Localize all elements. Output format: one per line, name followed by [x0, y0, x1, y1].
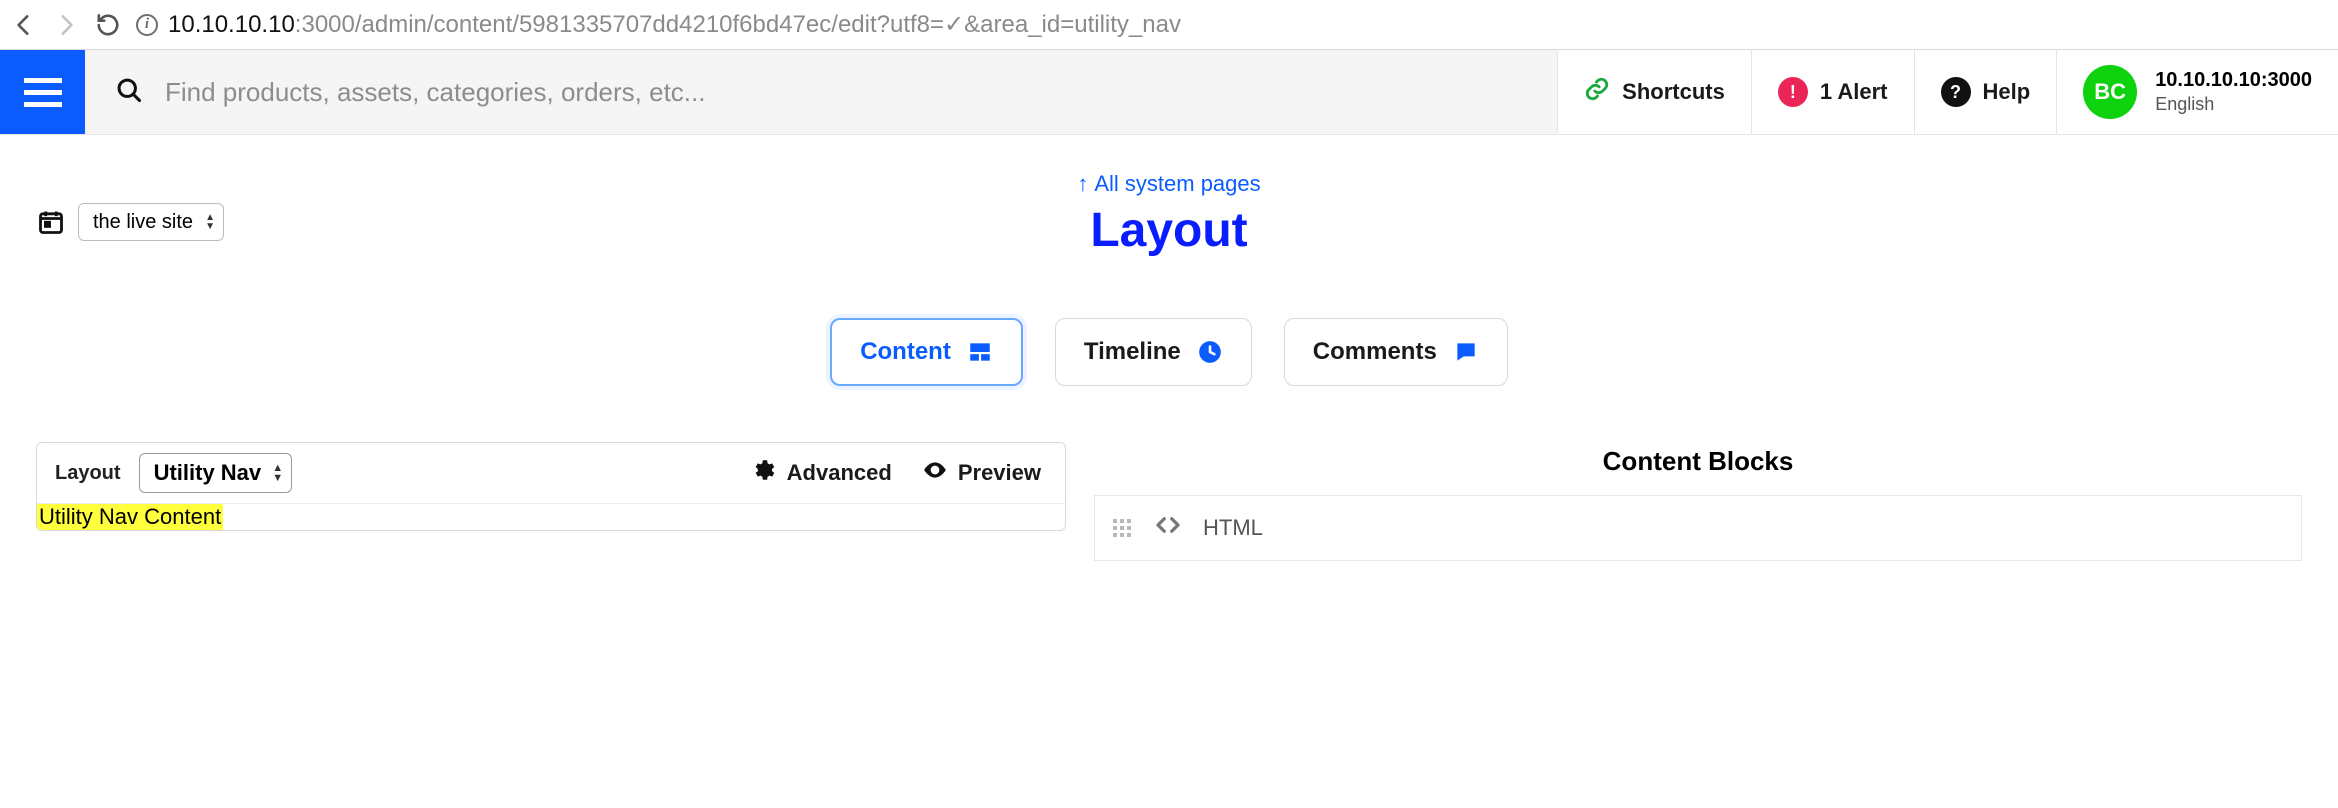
up-arrow-icon: ↑ — [1077, 171, 1088, 197]
browser-url-bar[interactable]: i 10.10.10.10:3000/admin/content/5981335… — [136, 10, 2328, 39]
main-menu-button[interactable] — [0, 50, 85, 134]
layout-label: Layout — [55, 462, 121, 485]
clock-icon — [1197, 339, 1223, 365]
advanced-button[interactable]: Advanced — [745, 457, 898, 489]
comment-icon — [1453, 339, 1479, 365]
layout-content-region[interactable]: Utility Nav Content — [37, 503, 1065, 530]
select-arrows-icon: ▲▼ — [205, 213, 215, 231]
browser-forward-button[interactable] — [52, 11, 80, 39]
preview-button[interactable]: Preview — [916, 457, 1047, 489]
eye-icon — [922, 457, 948, 489]
help-label: Help — [1983, 79, 2031, 105]
content-blocks-icon — [967, 339, 993, 365]
page-tabs: Content Timeline Comments — [36, 318, 2302, 386]
search-icon — [115, 76, 143, 109]
avatar: BC — [2083, 65, 2137, 119]
utility-nav-content-block[interactable]: Utility Nav Content — [37, 504, 223, 530]
alerts-label: 1 Alert — [1820, 79, 1888, 105]
global-search-input[interactable] — [165, 77, 1527, 108]
advanced-label: Advanced — [787, 460, 892, 486]
release-selector: the live site ▲▼ — [36, 203, 224, 241]
preview-label: Preview — [958, 460, 1041, 486]
shortcuts-label: Shortcuts — [1622, 79, 1725, 105]
tab-timeline-label: Timeline — [1084, 338, 1181, 366]
site-info-icon[interactable]: i — [136, 14, 158, 36]
user-menu[interactable]: BC 10.10.10.10:3000 English — [2056, 50, 2338, 134]
select-arrows-icon: ▲▼ — [272, 463, 283, 483]
layout-area-select-value: Utility Nav — [154, 460, 262, 486]
content-block-html-label: HTML — [1203, 515, 1263, 541]
app-top-bar: Shortcuts ! 1 Alert ? Help BC 10.10.10.1… — [0, 50, 2338, 135]
layout-editor-panel: Layout Utility Nav ▲▼ Advanced Preview U… — [36, 442, 1066, 531]
browser-toolbar: i 10.10.10.10:3000/admin/content/5981335… — [0, 0, 2338, 50]
calendar-icon — [36, 207, 66, 237]
tab-content-label: Content — [860, 338, 951, 366]
help-button[interactable]: ? Help — [1914, 50, 2057, 134]
content-block-html[interactable]: HTML — [1094, 495, 2302, 561]
layout-editor-toolbar: Layout Utility Nav ▲▼ Advanced Preview — [37, 443, 1065, 503]
content-blocks-title: Content Blocks — [1094, 446, 2302, 477]
site-select[interactable]: the live site ▲▼ — [78, 203, 224, 241]
page-header: the live site ▲▼ ↑ All system pages Layo… — [0, 135, 2338, 396]
back-to-system-pages-link[interactable]: ↑ All system pages — [1077, 171, 1260, 197]
user-meta: 10.10.10.10:3000 English — [2155, 68, 2312, 116]
link-icon — [1584, 76, 1610, 108]
alert-icon: ! — [1778, 77, 1808, 107]
tab-comments-label: Comments — [1313, 338, 1437, 366]
tab-timeline[interactable]: Timeline — [1055, 318, 1252, 386]
gear-icon — [751, 457, 777, 489]
global-search — [85, 50, 1557, 134]
tab-content[interactable]: Content — [830, 318, 1023, 386]
drag-handle-icon[interactable] — [1113, 519, 1133, 537]
browser-reload-button[interactable] — [94, 11, 122, 39]
layout-area-select[interactable]: Utility Nav ▲▼ — [139, 453, 293, 493]
shortcuts-button[interactable]: Shortcuts — [1557, 50, 1751, 134]
user-host-label: 10.10.10.10:3000 — [2155, 68, 2312, 93]
site-select-value: the live site — [93, 211, 193, 234]
alerts-button[interactable]: ! 1 Alert — [1751, 50, 1914, 134]
code-icon — [1153, 510, 1183, 546]
tab-comments[interactable]: Comments — [1284, 318, 1508, 386]
user-language-label: English — [2155, 93, 2312, 116]
url-path: :3000/admin/content/5981335707dd4210f6bd… — [295, 11, 1181, 38]
editor-area: Layout Utility Nav ▲▼ Advanced Preview U… — [0, 396, 2338, 561]
browser-back-button[interactable] — [10, 11, 38, 39]
help-icon: ? — [1941, 77, 1971, 107]
content-blocks-sidebar: Content Blocks HTML — [1094, 442, 2302, 561]
back-link-label: All system pages — [1094, 171, 1260, 197]
page-title: Layout — [36, 203, 2302, 258]
url-host: 10.10.10.10 — [168, 11, 295, 38]
hamburger-icon — [24, 78, 62, 107]
